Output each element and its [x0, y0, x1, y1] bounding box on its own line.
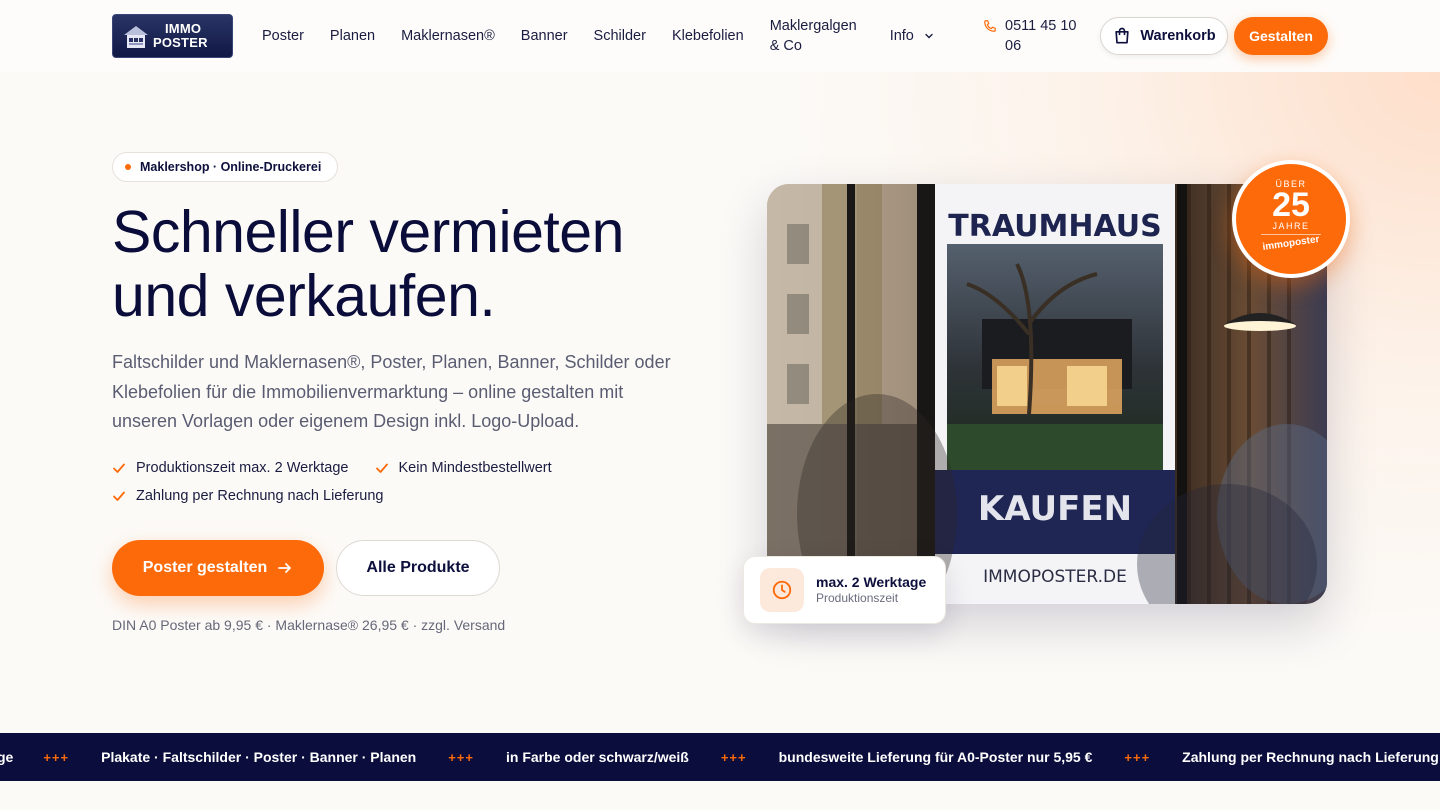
hero-title-line-1: Schneller vermieten: [112, 199, 624, 265]
hero-title-line-2: und verkaufen.: [112, 263, 496, 329]
ticker-item: ge: [0, 749, 14, 765]
nav-item-maklernasen[interactable]: Maklernasen®: [401, 26, 495, 46]
check-icon: [113, 463, 125, 473]
nav-item-klebefolien[interactable]: Klebefolien: [672, 26, 744, 46]
ticker-separator: +++: [43, 749, 70, 765]
chevron-down-icon: [925, 33, 933, 39]
nav-item-planen[interactable]: Planen: [330, 26, 375, 46]
logo-text: IMMO POSTER: [153, 21, 208, 50]
ticker-item: bundesweite Lieferung für A0-Poster nur …: [778, 749, 1093, 765]
poster-gestalten-button[interactable]: Poster gestalten: [112, 540, 324, 596]
clock-icon-box: [760, 568, 804, 612]
nav-item-info[interactable]: Info: [890, 26, 934, 46]
nav-item-schilder[interactable]: Schilder: [594, 26, 646, 46]
sign-action: KAUFEN: [978, 489, 1132, 529]
clock-icon: [772, 580, 792, 600]
feature-item: Zahlung per Rechnung nach Lieferung: [112, 486, 383, 506]
feature-text: Produktionszeit max. 2 Werktage: [136, 460, 349, 476]
feature-text: Zahlung per Rechnung nach Lieferung: [136, 488, 384, 504]
seal-unit: JAHRE: [1261, 221, 1321, 235]
card-title: max. 2 Werktage: [816, 574, 927, 590]
phone-link[interactable]: 0511 45 10 06: [983, 16, 1085, 56]
card-subtitle: Produktionszeit: [816, 591, 899, 605]
price-note: DIN A0 Poster ab 9,95 € · Maklernase® 26…: [112, 617, 506, 633]
house-icon: [124, 26, 148, 48]
logo[interactable]: IMMO POSTER: [112, 14, 233, 58]
ticker-separator: +++: [448, 749, 474, 765]
hero-badge: Maklershop · Online-Druckerei: [112, 152, 338, 182]
check-icon: [375, 463, 388, 473]
shopping-bag-icon: [1115, 27, 1130, 44]
feature-item: Produktionszeit max. 2 Werktage: [112, 458, 349, 478]
nav-item-info-label: Info: [889, 28, 914, 44]
news-ticker: ge +++ Plakate · Faltschilder · Poster ·…: [0, 733, 1440, 781]
hero-title: Schneller vermieten und verkaufen.: [112, 200, 712, 328]
gestalten-button[interactable]: Gestalten: [1234, 17, 1328, 55]
nav-item-maklergalgen[interactable]: Maklergalgen & Co: [770, 16, 866, 56]
sign-title: TRAUMHAUS: [948, 209, 1161, 244]
cart-button[interactable]: Warenkorb: [1100, 17, 1228, 55]
ticker-separator: +++: [720, 749, 747, 765]
ticker-item: Zahlung per Rechnung nach Lieferung: [1182, 749, 1439, 765]
nav-item-banner[interactable]: Banner: [521, 26, 568, 46]
check-icon: [113, 491, 125, 501]
ticker-item: Plakate · Faltschilder · Poster · Banner…: [101, 749, 417, 765]
feature-text: Kein Mindestbestellwert: [398, 460, 552, 476]
anniversary-seal: ÜBER 25 JAHRE immoposter: [1232, 160, 1350, 278]
ticker-track: ge +++ Plakate · Faltschilder · Poster ·…: [0, 733, 1439, 781]
arrow-right-icon: [278, 563, 292, 573]
hero-lead: Faltschilder und Maklernasen®, Poster, P…: [112, 352, 671, 431]
phone-number: 0511 45 10 06: [1005, 18, 1077, 54]
seal-number: 25: [1272, 186, 1310, 224]
ticker-separator: +++: [1124, 749, 1151, 765]
cart-label: Warenkorb: [1140, 28, 1216, 44]
nav-item-poster[interactable]: Poster: [262, 26, 304, 46]
ticker-item: in Farbe oder schwarz/weiß: [506, 749, 689, 765]
sign-url: IMMOPOSTER.DE: [983, 567, 1127, 587]
feature-item: Kein Mindestbestellwert: [375, 458, 552, 478]
main-nav: Poster Planen Maklernasen® Banner Schild…: [262, 0, 960, 72]
alle-produkte-button[interactable]: Alle Produkte: [336, 540, 500, 596]
phone-icon: [984, 20, 996, 32]
site-header: IMMO POSTER Poster Planen Maklernasen® B…: [0, 0, 1440, 72]
feature-list: Produktionszeit max. 2 Werktage Kein Min…: [112, 458, 632, 506]
badge-dot: [125, 164, 131, 170]
poster-gestalten-label: Poster gestalten: [142, 559, 268, 576]
badge-label: Maklershop · Online-Druckerei: [140, 160, 322, 174]
production-time-card: max. 2 Werktage Produktionszeit: [743, 556, 946, 624]
